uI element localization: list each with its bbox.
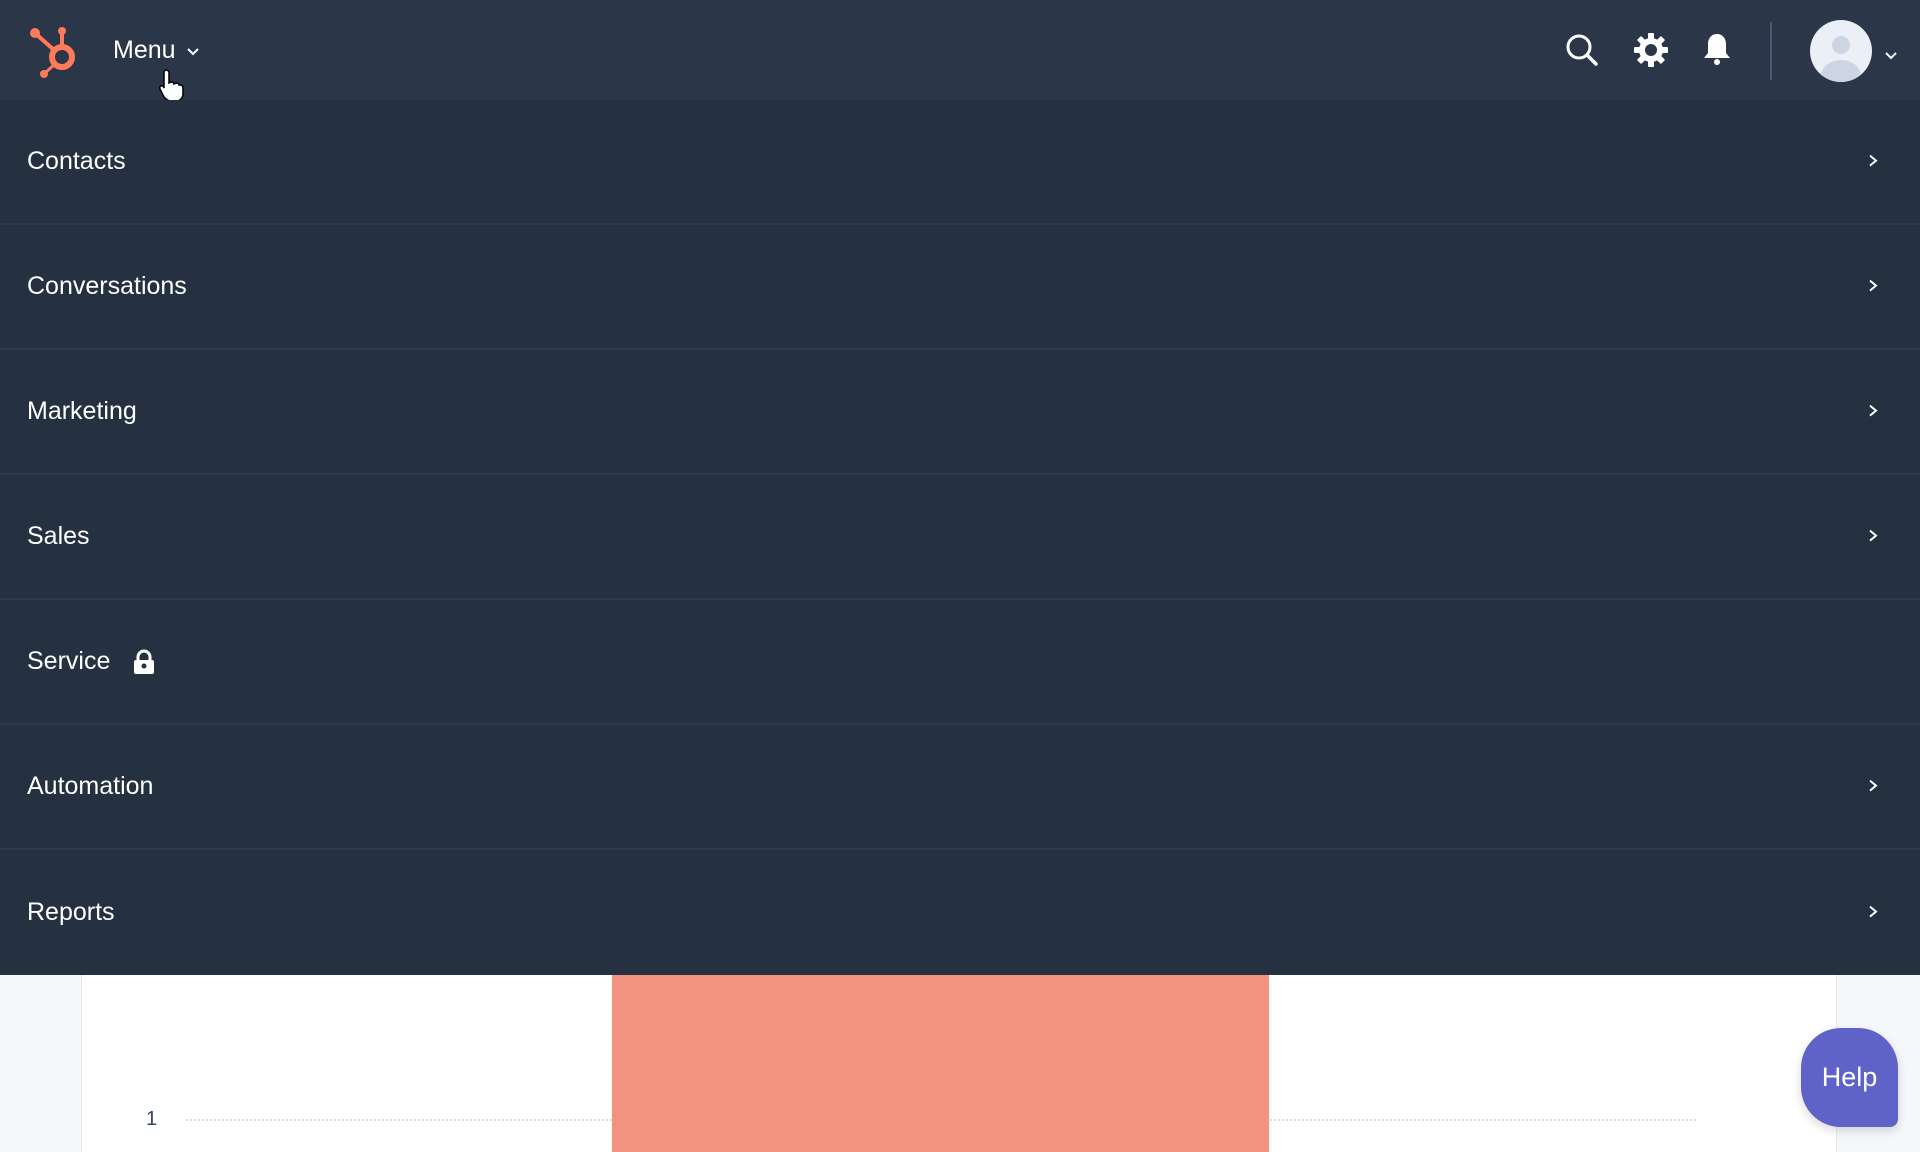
chart-bar[interactable] [612, 975, 1269, 1152]
header-divider [1770, 22, 1772, 80]
nav-item-automation[interactable]: Automation [0, 725, 1920, 850]
chevron-right-icon [1869, 779, 1878, 791]
chevron-right-icon [1869, 905, 1878, 917]
hubspot-logo-icon[interactable] [28, 24, 84, 80]
nav-item-marketing[interactable]: Marketing [0, 350, 1920, 475]
notifications-bell-icon[interactable] [1697, 30, 1737, 70]
chevron-right-icon [1869, 154, 1878, 166]
nav-item-contacts[interactable]: Contacts [0, 100, 1920, 225]
hand-cursor-icon [159, 69, 184, 102]
menu-button[interactable]: Menu [113, 36, 200, 65]
nav-item-label: Contacts [27, 147, 126, 175]
help-label: Help [1821, 1062, 1878, 1092]
nav-item-label: Conversations [27, 272, 187, 300]
nav-item-sales[interactable]: Sales [0, 475, 1920, 600]
user-silhouette-icon [1821, 36, 1861, 82]
main-menu-dropdown: Contacts Conversations Marketing Sales S… [0, 100, 1920, 975]
nav-item-label: Service [27, 647, 111, 675]
y-axis-tick-label: 1 [146, 1108, 158, 1130]
chevron-right-icon [1869, 404, 1878, 416]
user-avatar[interactable] [1810, 20, 1872, 82]
lock-icon [134, 649, 155, 674]
nav-item-service[interactable]: Service [0, 600, 1920, 725]
chevron-right-icon [1869, 529, 1878, 541]
help-button[interactable]: Help [1801, 1028, 1898, 1127]
nav-item-reports[interactable]: Reports [0, 850, 1920, 975]
nav-item-label: Reports [27, 898, 115, 926]
gear-icon[interactable] [1631, 30, 1671, 70]
top-nav-bar: Menu [0, 0, 1920, 102]
search-icon[interactable] [1562, 30, 1602, 70]
nav-item-label: Automation [27, 772, 154, 800]
menu-label: Menu [113, 36, 176, 64]
nav-item-label: Marketing [27, 397, 137, 425]
chevron-right-icon [1869, 279, 1878, 291]
account-chevron-down-icon[interactable] [1884, 50, 1898, 60]
chevron-down-icon [186, 47, 199, 55]
nav-item-label: Sales [27, 522, 90, 550]
nav-item-conversations[interactable]: Conversations [0, 225, 1920, 350]
